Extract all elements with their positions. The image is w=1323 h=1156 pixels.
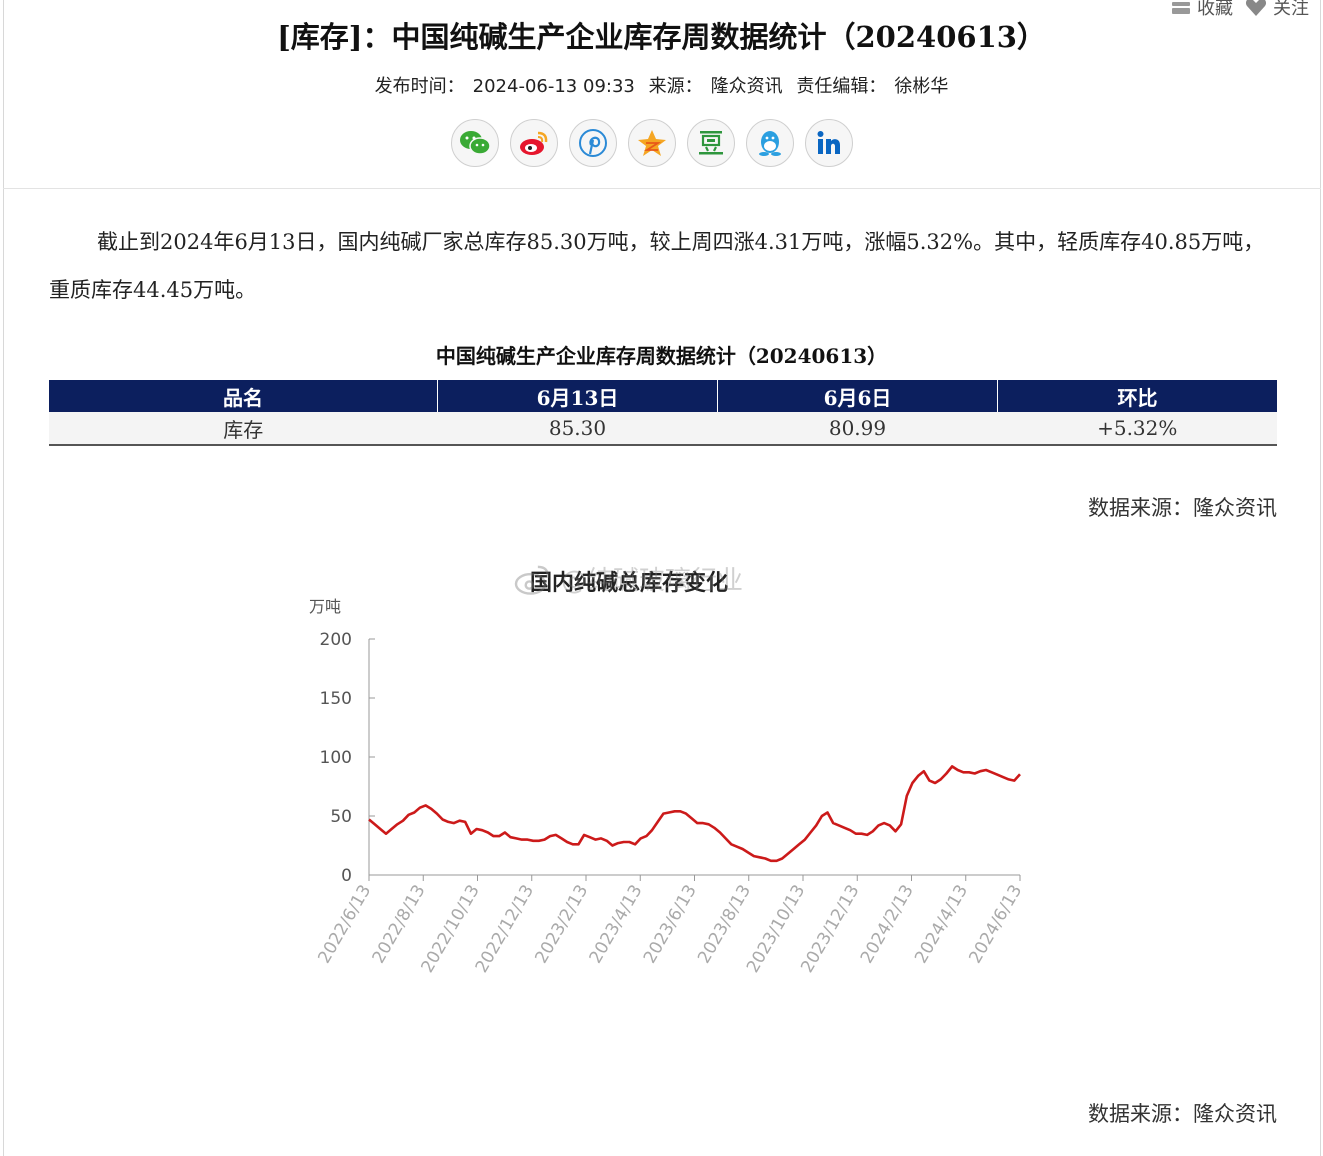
x-tick-label: 2022/12/13 xyxy=(472,882,538,977)
y-tick-label: 200 xyxy=(320,630,352,650)
table-header-cell: 6月13日 xyxy=(437,380,718,412)
qzone-icon xyxy=(638,130,666,156)
publish-time: 2024-06-13 09:33 xyxy=(472,76,635,97)
x-tick-label: 2023/8/13 xyxy=(694,882,755,967)
chart-svg: 国内纯碱总库存变化万吨 0 50 100 150 200 2022/6/132022/8/1… xyxy=(309,570,1026,977)
table-cell: +5.32% xyxy=(997,412,1277,446)
editor-value: 徐彬华 xyxy=(894,76,949,97)
x-tick-label: 2023/2/13 xyxy=(531,882,592,967)
chart-title: 国内纯碱总库存变化 xyxy=(530,570,728,596)
share-wechat-button[interactable] xyxy=(451,119,499,167)
table-header-cell: 品名 xyxy=(49,380,438,412)
y-tick-label: 0 xyxy=(341,866,352,886)
qq-icon xyxy=(759,131,781,156)
x-tick-label: 2023/12/13 xyxy=(797,882,863,977)
weibo-icon xyxy=(520,131,548,155)
share-douban-button[interactable] xyxy=(687,119,735,167)
article-paragraph: 截止到2024年6月13日，国内纯碱厂家总库存85.30万吨，较上周四涨4.31… xyxy=(49,230,1265,302)
linkedin-icon xyxy=(817,131,840,154)
header-divider xyxy=(3,188,1321,189)
table-row: 库存 85.30 80.99 +5.32% xyxy=(49,412,1277,446)
source-label: 来源： xyxy=(648,76,703,97)
table-header-row: 品名 6月13日 6月6日 环比 xyxy=(49,380,1277,412)
x-tick-label: 2023/6/13 xyxy=(640,882,701,967)
data-source-note-bottom: 数据来源：隆众资讯 xyxy=(1088,1102,1277,1126)
share-qq-button[interactable] xyxy=(746,119,794,167)
article-meta: 发布时间： 2024-06-13 09:33 来源： 隆众资讯 责任编辑： 徐彬华 xyxy=(0,72,1323,98)
share-pinterest-button[interactable] xyxy=(569,119,617,167)
table-cell: 80.99 xyxy=(717,412,998,446)
douban-icon xyxy=(699,131,723,155)
inventory-table: 品名 6月13日 6月6日 环比 库存 85.30 80.99 +5.32% xyxy=(49,380,1277,446)
table-cell: 85.30 xyxy=(437,412,718,446)
x-tick-label: 2023/4/13 xyxy=(586,882,647,967)
source-value[interactable]: 隆众资讯 xyxy=(711,76,783,97)
table-cell: 库存 xyxy=(49,412,438,446)
data-source-note: 数据来源：隆众资讯 xyxy=(1088,496,1277,520)
editor-label: 责任编辑： xyxy=(796,76,887,97)
x-tick-label: 2024/6/13 xyxy=(965,882,1026,967)
share-bar xyxy=(451,119,853,167)
y-tick-label: 50 xyxy=(330,807,352,827)
publish-label: 发布时间： xyxy=(374,76,465,97)
inventory-series-line xyxy=(368,765,1021,863)
y-axis-label: 万吨 xyxy=(309,597,341,616)
page-title: [库存]：中国纯碱生产企业库存周数据统计（20240613） xyxy=(277,20,1046,54)
y-tick-label: 150 xyxy=(320,689,352,709)
wechat-icon xyxy=(460,131,491,155)
share-weibo-button[interactable] xyxy=(510,119,558,167)
table-header-cell: 6月6日 xyxy=(717,380,998,412)
x-tick-label: 2024/2/13 xyxy=(857,882,918,967)
x-tick-label: 2022/6/13 xyxy=(314,882,375,967)
x-tick-label: 2022/8/13 xyxy=(369,882,430,967)
inventory-chart: 国内纯碱总库存变化万吨 0 50 100 150 200 2022/6/13 2022/8/1… xyxy=(290,560,1040,980)
share-qzone-button[interactable] xyxy=(628,119,676,167)
table-title: 中国纯碱生产企业库存周数据统计（20240613） xyxy=(435,344,888,368)
table-header-cell: 环比 xyxy=(997,380,1277,412)
pinterest-icon xyxy=(579,129,607,157)
share-linkedin-button[interactable] xyxy=(805,119,853,167)
x-tick-label: 2024/4/13 xyxy=(911,882,972,967)
y-tick-label: 100 xyxy=(320,748,352,768)
